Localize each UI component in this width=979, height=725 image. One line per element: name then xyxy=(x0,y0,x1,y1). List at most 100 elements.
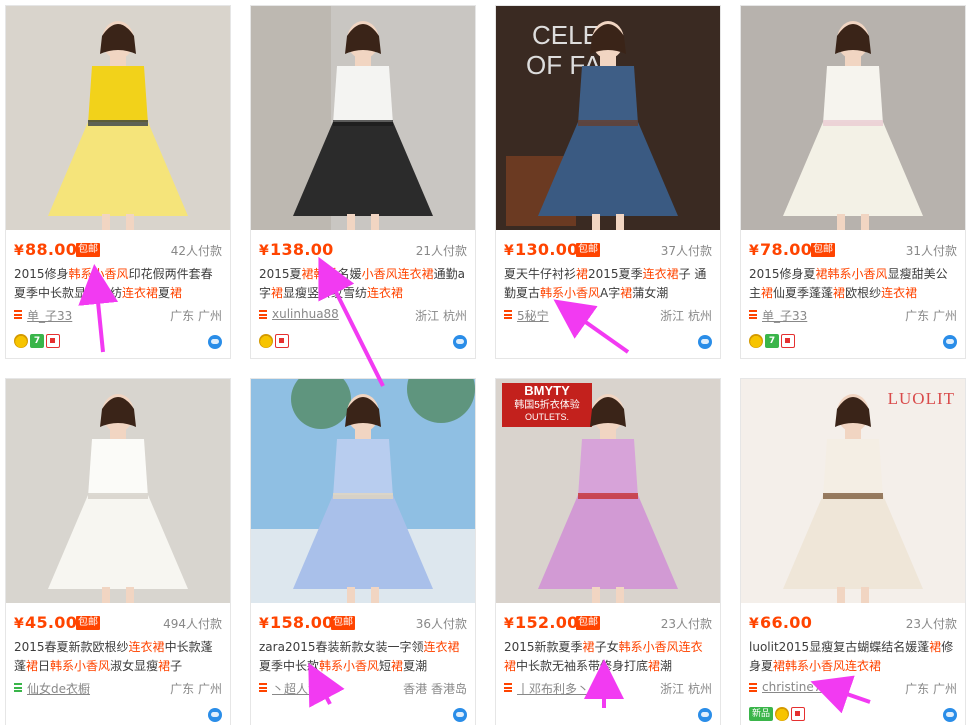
price-row: ¥78.00 包邮 31人付款 xyxy=(749,240,957,260)
title-keyword-highlight: 裙 xyxy=(620,286,633,300)
shop-name-link[interactable]: xulinhua88 xyxy=(272,307,339,321)
product-card[interactable]: LUOLIT ¥66.00 23人付款 luolit2015显瘦复古蝴蝶结名媛蓬裙… xyxy=(740,378,966,725)
shop-row: 单_子33 广东 广州 xyxy=(749,307,957,323)
price-value: 158.00 xyxy=(270,613,334,632)
title-text: 2015春夏新款欧根纱 xyxy=(14,640,129,654)
banner-overlay: BMYTY 韩国5折衣体验 OUTLETS. xyxy=(502,383,592,427)
gold-medal-icon[interactable] xyxy=(14,334,28,348)
wangwang-chat-icon[interactable] xyxy=(453,335,467,349)
product-image[interactable] xyxy=(6,6,230,230)
title-text: luolit2015显瘦复古蝴蝶结名媛蓬 xyxy=(749,640,930,654)
product-image[interactable] xyxy=(741,6,965,230)
price-value: 78.00 xyxy=(760,240,813,259)
consumer-protection-icon[interactable] xyxy=(275,334,289,348)
price-row: ¥158.00 包邮 36人付款 xyxy=(259,613,467,633)
wangwang-chat-icon[interactable] xyxy=(943,708,957,722)
product-title[interactable]: 2015修身夏裙韩系小香风显瘦甜美公主裙仙夏季蓬蓬裙欧根纱连衣裙 xyxy=(749,265,957,303)
product-title[interactable]: zara2015春装新款女装一字领连衣裙夏季中长款韩系小香风短裙夏潮 xyxy=(259,638,467,676)
product-image[interactable]: BMYTY 韩国5折衣体验 OUTLETS. xyxy=(496,379,720,603)
title-keyword-highlight: 裙 xyxy=(833,286,846,300)
consumer-protection-icon[interactable] xyxy=(791,707,805,721)
gold-medal-icon[interactable] xyxy=(775,707,789,721)
badge-row xyxy=(504,707,712,723)
shop-name-link[interactable]: 仙女de衣橱 xyxy=(27,680,90,697)
banner-brand: BMYTY xyxy=(524,383,570,398)
product-card[interactable]: ¥45.00 包邮 494人付款 2015春夏新款欧根纱连衣裙中长款蓬蓬裙日韩系小… xyxy=(5,378,231,725)
badge-row xyxy=(259,334,467,350)
title-text: 日 xyxy=(38,659,51,673)
shop-icon xyxy=(14,310,22,319)
product-title[interactable]: 夏天牛仔衬衫裙2015夏季连衣裙子 通勤夏古韩系小香风A字裙蒲女潮 xyxy=(504,265,712,303)
product-image[interactable] xyxy=(251,6,475,230)
title-text: 夏天牛仔衬衫 xyxy=(504,267,577,281)
product-title[interactable]: 2015新款夏季裙子女韩系小香风连衣裙中长款无袖系带修身打底裙潮 xyxy=(504,638,712,676)
product-title[interactable]: 2015夏裙韩系名媛小香风连衣裙通勤a字裙显瘦竖条纹雪纺连衣裙 xyxy=(259,265,467,303)
sales-count: 494人付款 xyxy=(163,617,222,631)
product-title[interactable]: 2015春夏新款欧根纱连衣裙中长款蓬蓬裙日韩系小香风淑女显瘦裙子 xyxy=(14,638,222,676)
title-keyword-highlight: 裙 xyxy=(391,659,404,673)
sales-count: 31人付款 xyxy=(905,244,957,258)
title-text: 2015修身夏 xyxy=(749,267,816,281)
wangwang-chat-icon[interactable] xyxy=(208,708,222,722)
product-card[interactable]: ¥138.00 21人付款 2015夏裙韩系名媛小香风连衣裙通勤a字裙显瘦竖条纹雪… xyxy=(250,5,476,359)
product-image[interactable]: CELEB OF FA xyxy=(496,6,720,230)
title-text: 短 xyxy=(379,659,392,673)
title-text: 夏潮 xyxy=(403,659,428,673)
product-card[interactable]: ¥88.00 包邮 42人付款 2015修身韩系小香风印花假两件套春夏季中长款显瘦… xyxy=(5,5,231,359)
price: ¥78.00 xyxy=(749,240,812,259)
price: ¥158.00 xyxy=(259,613,334,632)
wangwang-chat-icon[interactable] xyxy=(208,335,222,349)
shop-name-link[interactable]: 丨邓布利多丶 xyxy=(517,680,589,697)
product-card[interactable]: CELEB OF FA ¥130.00 包邮 37人付款 夏天牛仔衬衫裙2015夏… xyxy=(495,5,721,359)
title-keyword-highlight: 裙 xyxy=(170,286,183,300)
product-grid: ¥88.00 包邮 42人付款 2015修身韩系小香风印花假两件套春夏季中长款显瘦… xyxy=(0,0,979,725)
title-text: 淑女显瘦 xyxy=(110,659,159,673)
title-keyword-highlight: 小香风连衣裙 xyxy=(361,267,434,281)
shop-icon xyxy=(504,310,512,319)
currency-symbol: ¥ xyxy=(749,616,760,632)
sales-count: 36人付款 xyxy=(415,617,467,631)
product-image[interactable] xyxy=(6,379,230,603)
consumer-protection-icon[interactable] xyxy=(46,334,60,348)
price: ¥66.00 xyxy=(749,613,812,632)
currency-symbol: ¥ xyxy=(504,616,515,632)
price-value: 130.00 xyxy=(515,240,579,259)
shop-name-link[interactable]: 5秘宁 xyxy=(517,307,549,324)
sales-count: 23人付款 xyxy=(905,617,957,631)
title-text: 夏 xyxy=(158,286,171,300)
wangwang-chat-icon[interactable] xyxy=(698,335,712,349)
location: 广东 广州 xyxy=(905,682,957,696)
badge-row xyxy=(14,707,222,723)
title-keyword-highlight: 连衣裙 xyxy=(122,286,159,300)
product-image[interactable] xyxy=(251,379,475,603)
shop-name-link[interactable]: 单_子33 xyxy=(762,307,807,324)
product-title[interactable]: 2015修身韩系小香风印花假两件套春夏季中长款显瘦雪纺连衣裙夏裙 xyxy=(14,265,222,303)
wangwang-chat-icon[interactable] xyxy=(453,708,467,722)
product-card[interactable]: ¥158.00 包邮 36人付款 zara2015春装新款女装一字领连衣裙夏季中长… xyxy=(250,378,476,725)
seven-day-return-icon[interactable]: 7 xyxy=(765,334,779,348)
free-shipping-badge: 包邮 xyxy=(331,616,355,630)
shop-name-link[interactable]: christine778 xyxy=(762,680,837,694)
title-keyword-highlight: 连衣裙 xyxy=(423,640,460,654)
product-card[interactable]: ¥78.00 包邮 31人付款 2015修身夏裙韩系小香风显瘦甜美公主裙仙夏季蓬蓬… xyxy=(740,5,966,359)
title-keyword-highlight: 裙韩系 xyxy=(301,267,338,281)
new-label-icon[interactable]: 新品 xyxy=(749,707,773,721)
shop-name-link[interactable]: 丶超人驾到 xyxy=(272,680,332,697)
shop-row: 仙女de衣橱 广东 广州 xyxy=(14,680,222,696)
gold-medal-icon[interactable] xyxy=(749,334,763,348)
shop-icon xyxy=(749,310,757,319)
product-card[interactable]: BMYTY 韩国5折衣体验 OUTLETS. ¥152.00 包邮 23人付款 2… xyxy=(495,378,721,725)
title-text: 2015夏季 xyxy=(588,267,643,281)
gold-medal-icon[interactable] xyxy=(259,334,273,348)
wangwang-chat-icon[interactable] xyxy=(698,708,712,722)
consumer-protection-icon[interactable] xyxy=(781,334,795,348)
wangwang-chat-icon[interactable] xyxy=(943,335,957,349)
shop-icon xyxy=(14,683,22,692)
badge-row: 7 xyxy=(14,334,222,350)
location: 广东 广州 xyxy=(170,682,222,696)
product-title[interactable]: luolit2015显瘦复古蝴蝶结名媛蓬裙修身夏裙韩系小香风连衣裙 xyxy=(749,638,957,676)
title-text: 子 xyxy=(170,659,183,673)
seven-day-return-icon[interactable]: 7 xyxy=(30,334,44,348)
product-image[interactable]: LUOLIT xyxy=(741,379,965,603)
shop-name-link[interactable]: 单_子33 xyxy=(27,307,72,324)
